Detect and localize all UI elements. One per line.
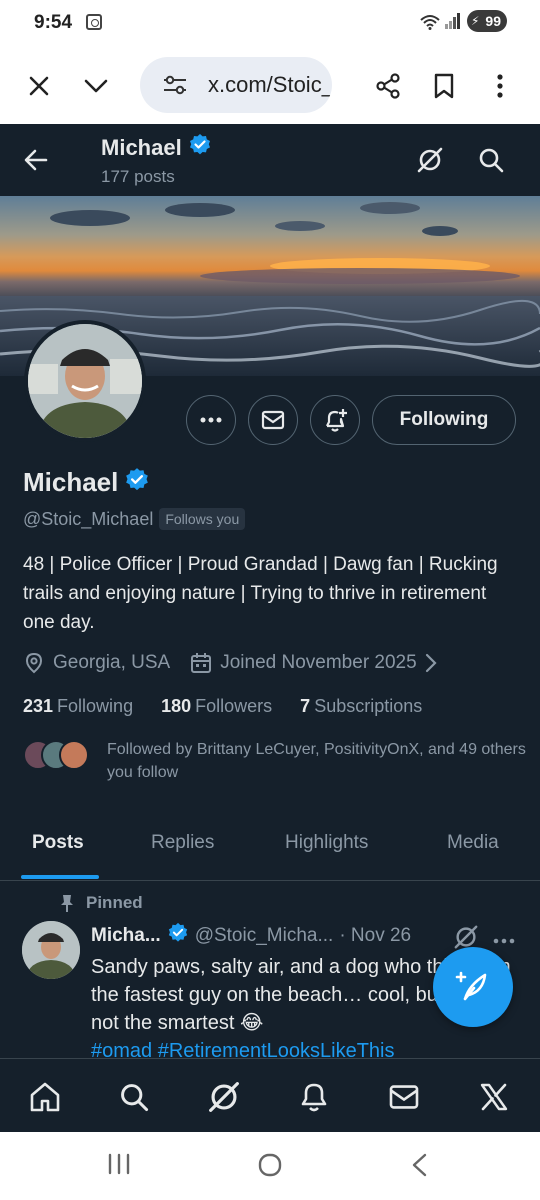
- post-avatar[interactable]: [22, 921, 80, 979]
- tab-replies[interactable]: Replies: [151, 832, 214, 854]
- message-button[interactable]: [248, 395, 298, 445]
- verified-badge-icon: [188, 133, 212, 162]
- chevron-right-icon[interactable]: [425, 653, 437, 673]
- search-icon[interactable]: [477, 146, 505, 179]
- recent-apps-icon[interactable]: [106, 1152, 132, 1181]
- location-pin-icon: [25, 652, 43, 674]
- tab-posts[interactable]: Posts: [32, 832, 84, 854]
- bookmark-icon[interactable]: [424, 66, 464, 106]
- bell-plus-icon: [326, 409, 347, 432]
- profile-bio: 48 | Police Officer | Proud Grandad | Da…: [23, 554, 498, 633]
- post-more-icon[interactable]: [493, 931, 515, 949]
- post-author-name[interactable]: Micha...: [91, 925, 161, 947]
- following-button[interactable]: Following: [372, 395, 516, 445]
- chevron-down-icon[interactable]: [76, 66, 116, 106]
- status-time: 9:54: [34, 12, 73, 33]
- url-text: x.com/Stoic_Michael: [208, 72, 332, 97]
- compose-feather-icon: [455, 971, 487, 1001]
- signal-icon: [444, 12, 462, 35]
- profile-joined-date: Joined November 2025: [220, 652, 417, 673]
- pinned-label: Pinned: [86, 893, 143, 912]
- home-button-icon[interactable]: [257, 1152, 283, 1183]
- share-icon[interactable]: [368, 66, 408, 106]
- close-icon[interactable]: [19, 66, 59, 106]
- profile-handle: @Stoic_Michael: [23, 508, 154, 529]
- following-stat[interactable]: 231 Following: [23, 696, 133, 717]
- header-title: Michael: [101, 134, 182, 160]
- profile-header-bar: Michael 177 posts: [0, 124, 540, 196]
- subscriptions-stat[interactable]: 7 Subscriptions: [300, 696, 422, 717]
- back-arrow-icon[interactable]: [22, 146, 50, 179]
- profile-page: Michael 177 posts Following Michael @Sto…: [0, 124, 540, 1132]
- more-vert-icon[interactable]: [480, 66, 520, 106]
- notify-button[interactable]: [310, 395, 360, 445]
- more-horizontal-icon: [200, 417, 222, 423]
- address-bar[interactable]: x.com/Stoic_Michael: [140, 57, 332, 113]
- followed-by[interactable]: Followed by Brittany LeCuyer, Positivity…: [23, 738, 527, 784]
- pin-icon: [61, 895, 73, 912]
- wifi-icon: [420, 14, 440, 34]
- messages-icon[interactable]: [384, 1077, 424, 1117]
- bottom-navigation: [0, 1058, 540, 1132]
- tab-media[interactable]: Media: [447, 832, 499, 854]
- verified-badge-icon: [167, 922, 189, 950]
- search-icon[interactable]: [114, 1077, 154, 1117]
- verified-badge-icon: [124, 467, 150, 498]
- home-icon[interactable]: [25, 1077, 65, 1117]
- envelope-icon: [261, 410, 285, 430]
- active-tab-indicator: [21, 875, 99, 879]
- screen-record-icon: [86, 14, 102, 30]
- tab-highlights[interactable]: Highlights: [285, 832, 368, 854]
- profile-tabs: Posts Replies Highlights Media: [0, 824, 540, 881]
- x-logo-icon[interactable]: [474, 1077, 514, 1117]
- followed-by-text: Followed by Brittany LeCuyer, Positivity…: [107, 741, 526, 781]
- status-bar: 9:54 99: [0, 0, 540, 46]
- grok-icon[interactable]: [204, 1077, 244, 1117]
- battery-indicator: 99: [467, 10, 507, 32]
- site-settings-icon[interactable]: [162, 74, 188, 101]
- compose-post-button[interactable]: [433, 947, 513, 1027]
- followers-stat[interactable]: 180 Followers: [161, 696, 272, 717]
- notifications-icon[interactable]: [294, 1077, 334, 1117]
- calendar-icon: [191, 653, 212, 673]
- mutual-follower-avatars: [23, 738, 95, 774]
- post-count: 177 posts: [101, 167, 175, 186]
- profile-name: Michael: [23, 467, 119, 497]
- post-date: · Nov 26: [339, 925, 412, 946]
- system-navigation-bar: [0, 1132, 540, 1200]
- follows-you-badge: Follows you: [159, 508, 246, 530]
- profile-avatar[interactable]: [24, 320, 146, 442]
- more-options-button[interactable]: [186, 395, 236, 445]
- back-icon[interactable]: [410, 1152, 428, 1183]
- post-author-handle: @Stoic_Micha...: [194, 925, 334, 946]
- profile-location: Georgia, USA: [53, 652, 171, 673]
- browser-toolbar: x.com/Stoic_Michael: [0, 46, 540, 124]
- grok-icon[interactable]: [416, 146, 444, 179]
